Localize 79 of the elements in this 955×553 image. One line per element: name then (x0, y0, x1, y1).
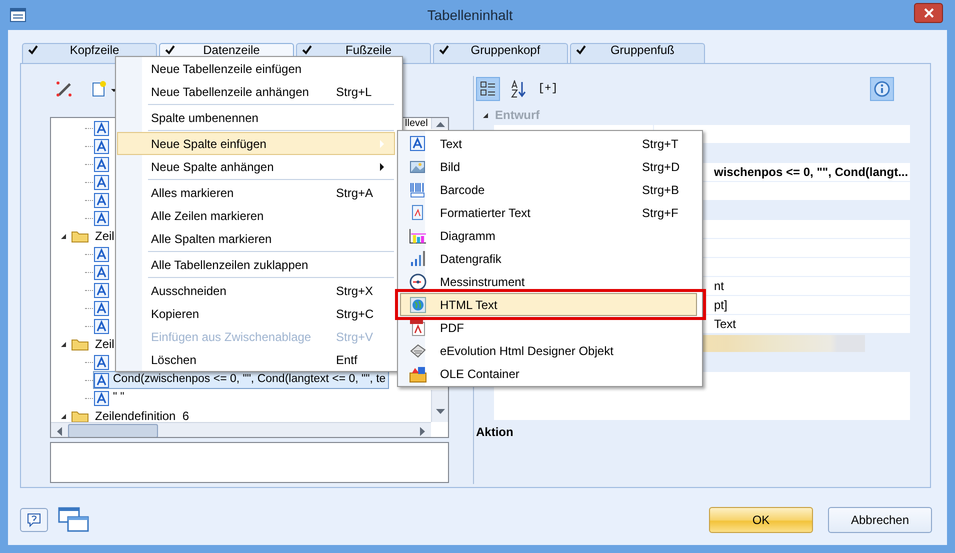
tree-item[interactable]: Zeil (95, 230, 114, 242)
category-label: Entwurf (495, 107, 540, 124)
text-field-icon (94, 120, 109, 136)
menu-item[interactable]: Alle Zeilen markieren (117, 204, 395, 227)
menu-item[interactable]: Text Strg+T (400, 132, 697, 155)
box-icon (409, 364, 427, 382)
menu-item[interactable]: Kopieren Strg+C (117, 302, 395, 325)
categorized-button[interactable] (476, 77, 500, 101)
text-field-icon (94, 210, 109, 226)
help-icon (26, 512, 42, 528)
menu-item[interactable]: Alles markieren Strg+A (117, 181, 395, 204)
window-icon (10, 8, 26, 22)
tree-item[interactable]: " " (113, 389, 124, 407)
tree-item[interactable]: Zeil (95, 338, 114, 350)
window-title: Tabelleninhalt (426, 6, 514, 24)
info-icon (874, 81, 890, 97)
column-header: llevel (405, 119, 428, 129)
description-title: Aktion (476, 424, 514, 441)
vertical-scrollbar[interactable] (431, 390, 448, 422)
scroll-down-icon (436, 409, 445, 414)
tree-item[interactable]: Zeilendefinition 6 (95, 410, 190, 422)
scroll-left-icon (57, 427, 62, 436)
folder-icon (71, 337, 89, 351)
horizontal-scrollbar[interactable] (51, 422, 431, 437)
menu-item[interactable]: Datengrafik (400, 247, 697, 270)
folder-icon (71, 229, 89, 243)
text-field-icon (94, 174, 109, 190)
text-field-icon (94, 156, 109, 172)
menu-item[interactable]: HTML Text (400, 293, 697, 316)
text-field-icon (94, 264, 109, 280)
globe-icon (409, 296, 427, 314)
scroll-right-icon (420, 427, 425, 436)
text-field-icon (94, 192, 109, 208)
text-field-icon (94, 300, 109, 316)
text-field-icon (94, 138, 109, 154)
menu-item[interactable]: Neue Spalte anhängen (117, 155, 395, 178)
bar-chart-icon (409, 226, 427, 244)
pdf-document-icon (409, 318, 427, 336)
text-field-icon (94, 354, 109, 370)
menu-item[interactable]: Neue Spalte einfügen (117, 132, 395, 155)
expand-all-button[interactable]: [+] (536, 80, 560, 98)
tab[interactable]: Gruppenfuß (570, 43, 705, 64)
text-field-icon (94, 246, 109, 262)
menu-item[interactable]: Alle Tabellenzeilen zuklappen (117, 253, 395, 276)
scrollbar-thumb[interactable] (68, 424, 158, 437)
menu-item[interactable]: Formatierter Text Strg+F (400, 201, 697, 224)
barcode-icon (409, 180, 427, 198)
expander-icon (482, 112, 489, 118)
signal-bars-icon (409, 250, 427, 268)
tree-item[interactable]: Cond(zwischenpos <= 0, "", Cond(langtext <= 0, "", te (93, 371, 389, 389)
menu-item[interactable]: OLE Container (400, 362, 697, 385)
layers-icon (409, 342, 427, 360)
close-button[interactable] (914, 3, 943, 23)
cancel-button[interactable]: Abbrechen (828, 507, 932, 533)
text-field-icon (94, 390, 109, 406)
scroll-up-icon (436, 122, 445, 127)
menu-item[interactable]: Barcode Strg+B (400, 178, 697, 201)
magic-wand-icon (55, 80, 73, 98)
scroll-up-button[interactable] (431, 118, 448, 129)
sort-az-icon (510, 80, 526, 98)
text-field-icon (409, 134, 427, 152)
text-field-icon (94, 282, 109, 298)
menu-item[interactable]: Neue Tabellenzeile anhängen Strg+L (117, 80, 395, 103)
info-button[interactable] (870, 77, 894, 101)
menu-item[interactable]: Ausschneiden Strg+X (117, 279, 395, 302)
menu-item[interactable]: Diagramm (400, 224, 697, 247)
text-field-icon (94, 372, 109, 388)
windows-button[interactable] (57, 505, 91, 535)
menu-item[interactable]: eEvolution Html Designer Objekt (400, 339, 697, 362)
ok-button[interactable]: OK (709, 507, 813, 533)
categorized-icon (480, 81, 496, 97)
close-icon (924, 8, 934, 18)
help-button[interactable] (20, 508, 48, 532)
text-field-icon (94, 318, 109, 334)
menu-item[interactable]: Spalte umbenennen (117, 106, 395, 129)
menu-item[interactable]: Löschen Entf (117, 348, 395, 371)
windows-icon (58, 507, 90, 533)
tab[interactable]: Gruppenkopf (433, 43, 568, 64)
menu-item[interactable]: Alle Spalten markieren (117, 227, 395, 250)
